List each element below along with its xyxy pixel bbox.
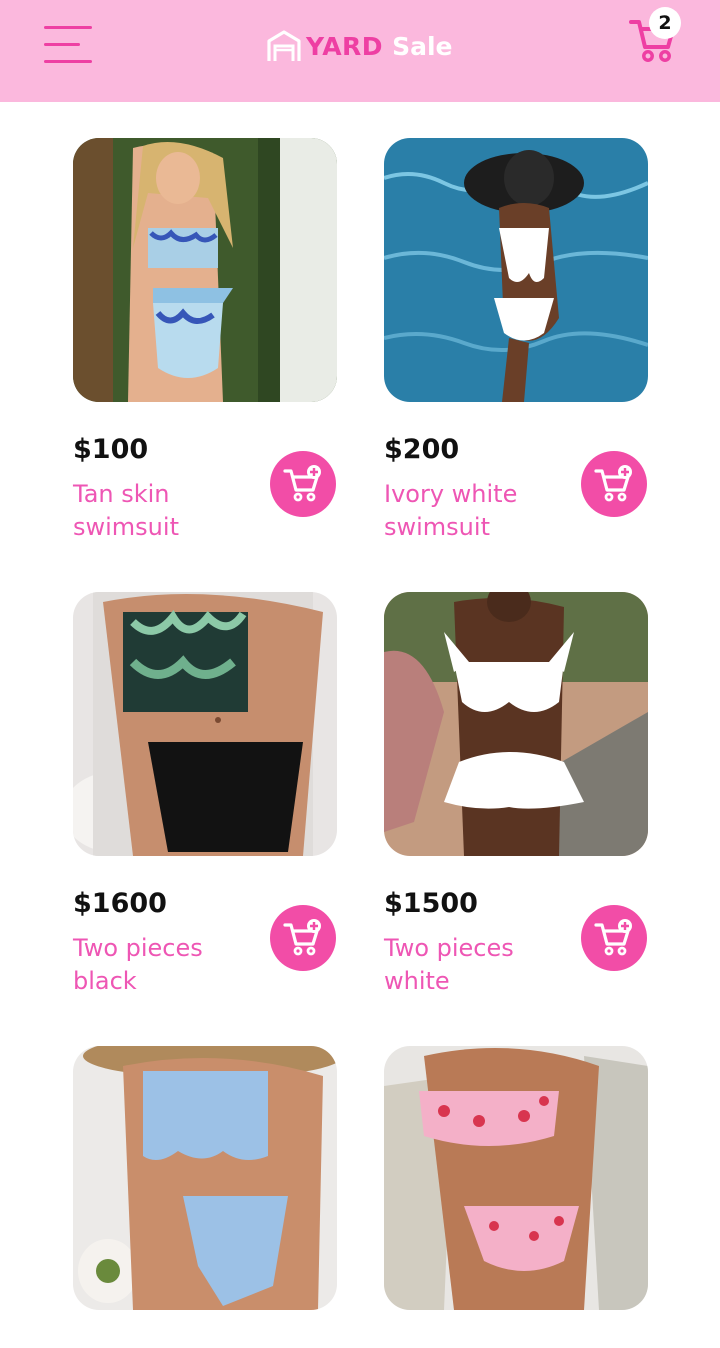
- brand-name-yard: YARD: [306, 31, 384, 61]
- top-app-bar: YARD Sale 2: [0, 0, 720, 102]
- product-image[interactable]: [384, 592, 648, 856]
- product-card[interactable]: $1600 Two pieces black: [73, 592, 337, 995]
- cart-plus-icon: [594, 465, 632, 502]
- product-image[interactable]: [384, 138, 648, 402]
- product-card[interactable]: $1500 Two pieces white: [384, 592, 648, 995]
- brand-logo: YARD Sale: [266, 24, 452, 68]
- cart-plus-icon: [283, 919, 321, 956]
- house-logo-icon: [267, 30, 301, 61]
- hamburger-menu-icon[interactable]: [44, 26, 92, 66]
- product-price: $200: [384, 434, 460, 465]
- product-card[interactable]: [73, 1046, 337, 1310]
- add-to-cart-button[interactable]: [581, 451, 647, 517]
- product-card[interactable]: [384, 1046, 648, 1310]
- add-to-cart-button[interactable]: [581, 905, 647, 971]
- product-price: $1500: [384, 888, 478, 919]
- product-price: $1600: [73, 888, 167, 919]
- product-card[interactable]: $100 Tan skin swimsuit: [73, 138, 337, 541]
- add-to-cart-button[interactable]: [270, 905, 336, 971]
- product-price: $100: [73, 434, 149, 465]
- product-image[interactable]: [73, 592, 337, 856]
- cart-plus-icon: [594, 919, 632, 956]
- product-card[interactable]: $200 Ivory white swimsuit: [384, 138, 648, 541]
- product-name[interactable]: Tan skin swimsuit: [73, 478, 273, 544]
- product-image[interactable]: [73, 138, 337, 402]
- product-name[interactable]: Ivory white swimsuit: [384, 478, 584, 544]
- product-name[interactable]: Two pieces white: [384, 932, 584, 998]
- brand-name-sale: Sale: [392, 31, 453, 61]
- product-image[interactable]: [73, 1046, 337, 1310]
- cart-count-badge: 2: [649, 7, 681, 39]
- product-name[interactable]: Two pieces black: [73, 932, 273, 998]
- product-image[interactable]: [384, 1046, 648, 1310]
- add-to-cart-button[interactable]: [270, 451, 336, 517]
- cart-plus-icon: [283, 465, 321, 502]
